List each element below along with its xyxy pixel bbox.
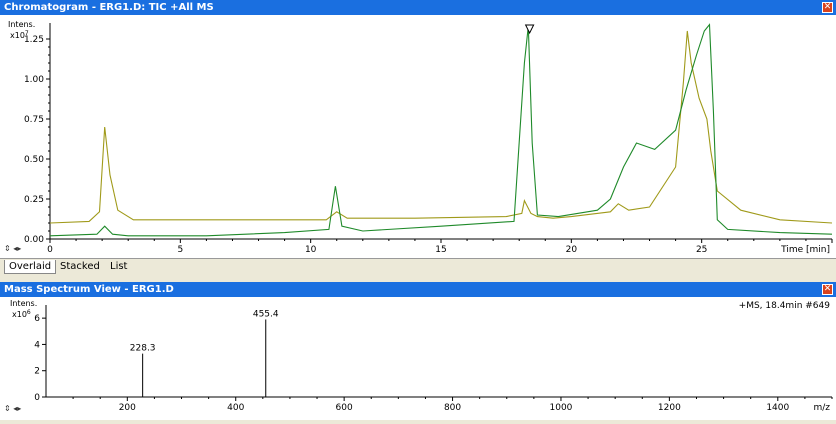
chromatogram-title: Chromatogram - ERG1.D: TIC +All MS — [4, 2, 214, 13]
y-tick-label: 0.00 — [24, 235, 44, 245]
x-tick-label: 600 — [336, 403, 353, 413]
x-tick-label: 1000 — [550, 403, 573, 413]
x-tick-label: 25 — [696, 245, 707, 255]
x-tick-label: 800 — [444, 403, 461, 413]
peak-label: 228.3 — [130, 344, 156, 354]
x-axis-label: m/z — [813, 403, 830, 413]
x-tick-label: 5 — [177, 245, 183, 255]
tab-list[interactable]: List — [106, 260, 131, 274]
chromatogram-zoom-spinner[interactable]: ⇕ ◂▸ — [4, 244, 21, 254]
chromatogram-panel: Intens. x107 0.00 0.25 0.50 0.75 1.00 1.25 0 5 10 1… — [0, 15, 836, 258]
y-tick-label: 0.75 — [24, 115, 44, 125]
chromatogram-titlebar: Chromatogram - ERG1.D: TIC +All MS ✕ — [0, 0, 836, 15]
chromatogram-close-button[interactable]: ✕ — [822, 2, 833, 13]
y-tick-label: 4 — [34, 340, 40, 350]
time-marker-icon — [524, 24, 535, 35]
y-axis-label: Intens. — [10, 299, 37, 308]
peak-label: 455.4 — [253, 309, 279, 319]
spectrum-close-button[interactable]: ✕ — [822, 284, 833, 295]
tab-stacked[interactable]: Stacked — [56, 260, 104, 274]
spectrum-annotation: +MS, 18.4min #649 — [739, 301, 831, 311]
y-axis-label: Intens. — [8, 20, 35, 29]
x-tick-label: 10 — [305, 245, 317, 255]
x-tick-label: 0 — [47, 245, 53, 255]
chromatogram-trace-1 — [49, 30, 833, 224]
x-tick-label: 200 — [119, 403, 136, 413]
mass-spectrum-plot[interactable]: Intens.x106 +MS, 18.4min #649 0 2 4 6 200 400 60… — [0, 297, 836, 420]
y-axis-exponent: x106 — [12, 309, 31, 319]
spectrum-title: Mass Spectrum View - ERG1.D — [4, 284, 174, 295]
x-tick-label: 15 — [435, 245, 446, 255]
x-tick-label: 1200 — [658, 403, 681, 413]
y-tick-label: 0.25 — [24, 195, 44, 205]
y-tick-label: 0.50 — [24, 155, 44, 165]
y-tick-label: 0 — [34, 393, 40, 403]
view-tabs: Overlaid Stacked List — [0, 258, 836, 275]
y-tick-label: 1.25 — [24, 35, 44, 45]
spectrum-titlebar: Mass Spectrum View - ERG1.D ✕ — [0, 282, 836, 297]
chromatogram-plot[interactable]: Intens.x1070.000.250.500.751.001.250 5 10 1… — [0, 15, 836, 258]
spectrum-zoom-spinner[interactable]: ⇕ ◂▸ — [4, 404, 21, 414]
x-tick-label: 20 — [566, 245, 578, 255]
y-tick-label: 1.00 — [24, 75, 44, 85]
x-tick-label: 400 — [227, 403, 244, 413]
spectrum-panel: Intens. x106 +MS, 18.4min #649 0 2 4 6 200 400 60… — [0, 297, 836, 420]
y-tick-label: 6 — [34, 314, 40, 324]
x-tick-label: 1400 — [766, 403, 789, 413]
tab-overlaid[interactable]: Overlaid — [4, 260, 57, 274]
chromatogram-trace-2 — [49, 23, 833, 237]
x-axis-label: Time [min] — [780, 245, 830, 255]
y-tick-label: 2 — [34, 367, 40, 377]
